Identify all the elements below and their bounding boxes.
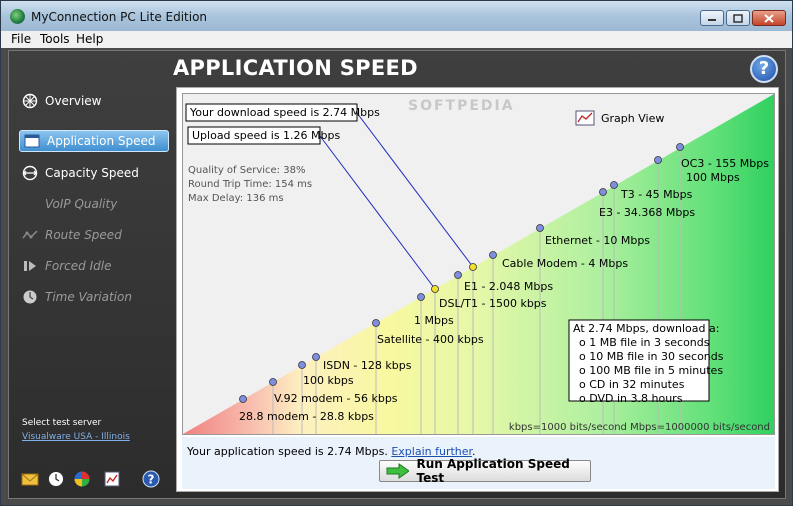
label-288: 28.8 modem - 28.8 kbps [239,410,374,423]
upload-speed-text: Upload speed is 1.26 Mbps [192,129,340,142]
nav-voip-quality[interactable]: VoIP Quality [21,193,117,215]
close-button[interactable] [752,10,786,26]
app-globe-icon [10,9,25,24]
app-content: Overview Application Speed Capacity Spee… [8,50,786,499]
speed-chart-svg: OC3 - 155 Mbps 100 Mbps T3 - 45 Mbps E3 … [183,94,774,434]
maximize-button[interactable] [726,10,750,26]
label-v92: V.92 modem - 56 kbps [274,392,398,405]
nav-time-variation-label: Time Variation [45,290,132,304]
nav-forced-idle-label: Forced Idle [45,259,112,273]
qos-text: Quality of Service: 38% [188,165,305,176]
green-arrow-icon [386,463,409,479]
nav-capacity-speed-label: Capacity Speed [45,166,139,180]
run-test-label: Run Application Speed Test [416,457,570,485]
nav-overview[interactable]: Overview [21,90,102,112]
graph-view-label: Graph View [601,112,664,125]
nav-route-speed-label: Route Speed [45,228,122,242]
download-info-line-4: o CD in 32 minutes [579,378,685,391]
overview-icon [21,92,39,110]
label-t3: T3 - 45 Mbps [620,188,693,201]
label-ethernet: Ethernet - 10 Mbps [545,234,650,247]
title-bar[interactable]: MyConnection PC Lite Edition [1,1,792,31]
point-upload [431,285,439,293]
application-speed-icon [23,132,41,150]
label-cable: Cable Modem - 4 Mbps [502,257,628,270]
speed-chart: OC3 - 155 Mbps 100 Mbps T3 - 45 Mbps E3 … [182,93,775,435]
nav-route-speed[interactable]: Route Speed [21,224,122,246]
route-speed-icon [21,226,39,244]
label-oc3: OC3 - 155 Mbps [681,157,769,170]
download-info-title: At 2.74 Mbps, download a: [573,322,719,335]
label-1m: 1 Mbps [414,314,454,327]
download-info-line-3: o 100 MB file in 5 minutes [579,364,723,377]
run-test-button[interactable]: Run Application Speed Test [379,457,591,485]
point-100k [298,361,306,369]
rtt-text: Round Trip Time: 154 ms [188,179,312,190]
point-satellite [372,319,380,327]
menu-tools[interactable]: Tools [40,32,70,46]
point-download [469,263,477,271]
main-panel: OC3 - 155 Mbps 100 Mbps T3 - 45 Mbps E3 … [176,87,779,492]
clock-icon[interactable] [47,470,65,488]
status-message: Your application speed is 2.74 Mbps. [187,445,388,458]
point-dsl [454,271,462,279]
label-satellite: Satellite - 400 kbps [377,333,484,346]
point-oc3 [676,143,684,151]
nav-voip-quality-label: VoIP Quality [45,197,118,211]
report-icon[interactable] [103,470,121,488]
nav-application-speed-label: Application Speed [47,134,156,148]
download-info-line-5: o DVD in 3.8 hours [579,392,683,405]
menu-file[interactable]: File [11,32,31,46]
window-title: MyConnection PC Lite Edition [31,10,208,24]
minimize-button[interactable] [700,10,724,26]
menu-help[interactable]: Help [76,32,103,46]
label-isdn: ISDN - 128 kbps [323,359,412,372]
point-e1 [489,251,497,259]
point-t3 [654,156,662,164]
help-small-icon[interactable]: ? [142,470,160,488]
download-speed-text: Your download speed is 2.74 Mbps [189,106,380,119]
help-button[interactable]: ? [750,55,778,83]
capacity-speed-icon [21,164,39,182]
nav-application-speed[interactable]: Application Speed [19,130,169,152]
network-globe-icon[interactable] [73,470,91,488]
max-delay-text: Max Delay: 136 ms [188,193,284,204]
point-28-8 [239,395,247,403]
menu-bar: File Tools Help [1,31,792,48]
nav-forced-idle[interactable]: Forced Idle [21,255,111,277]
graph-view-button[interactable]: Graph View [575,110,664,126]
maximize-icon [733,14,743,23]
email-icon[interactable] [21,470,39,488]
point-isdn [312,353,320,361]
page-title: APPLICATION SPEED [173,56,418,80]
nav-time-variation[interactable]: Time Variation [21,286,132,308]
close-icon [764,14,774,23]
forced-idle-icon [21,257,39,275]
units-note: kbps=1000 bits/second Mbps=1000000 bits/… [509,422,770,433]
label-dsl: DSL/T1 - 1500 kbps [439,297,547,310]
nav-overview-label: Overview [45,94,102,108]
label-e1: E1 - 2.048 Mbps [464,280,553,293]
server-label: Select test server [22,418,102,428]
minimize-icon [708,19,716,21]
svg-text:?: ? [148,473,155,487]
time-variation-icon [21,288,39,306]
nav-capacity-speed[interactable]: Capacity Speed [21,162,139,184]
status-row: Your application speed is 2.74 Mbps. Exp… [182,437,775,489]
server-link[interactable]: Visualware USA - Illinois [22,432,130,442]
label-e3: E3 - 34.368 Mbps [599,206,695,219]
point-1m [417,293,425,301]
download-info-line-1: o 1 MB file in 3 seconds [579,336,710,349]
label-100k: 100 kbps [303,374,354,387]
download-info-line-2: o 10 MB file in 30 seconds [579,350,724,363]
point-ethernet [599,188,607,196]
voip-quality-icon [21,195,39,213]
label-100m: 100 Mbps [686,171,740,184]
point-56k [269,378,277,386]
app-window: MyConnection PC Lite Edition File Tools … [0,0,793,506]
watermark: SOFTPEDIA [408,98,515,114]
point-cable [536,224,544,232]
point-e3 [610,181,618,189]
